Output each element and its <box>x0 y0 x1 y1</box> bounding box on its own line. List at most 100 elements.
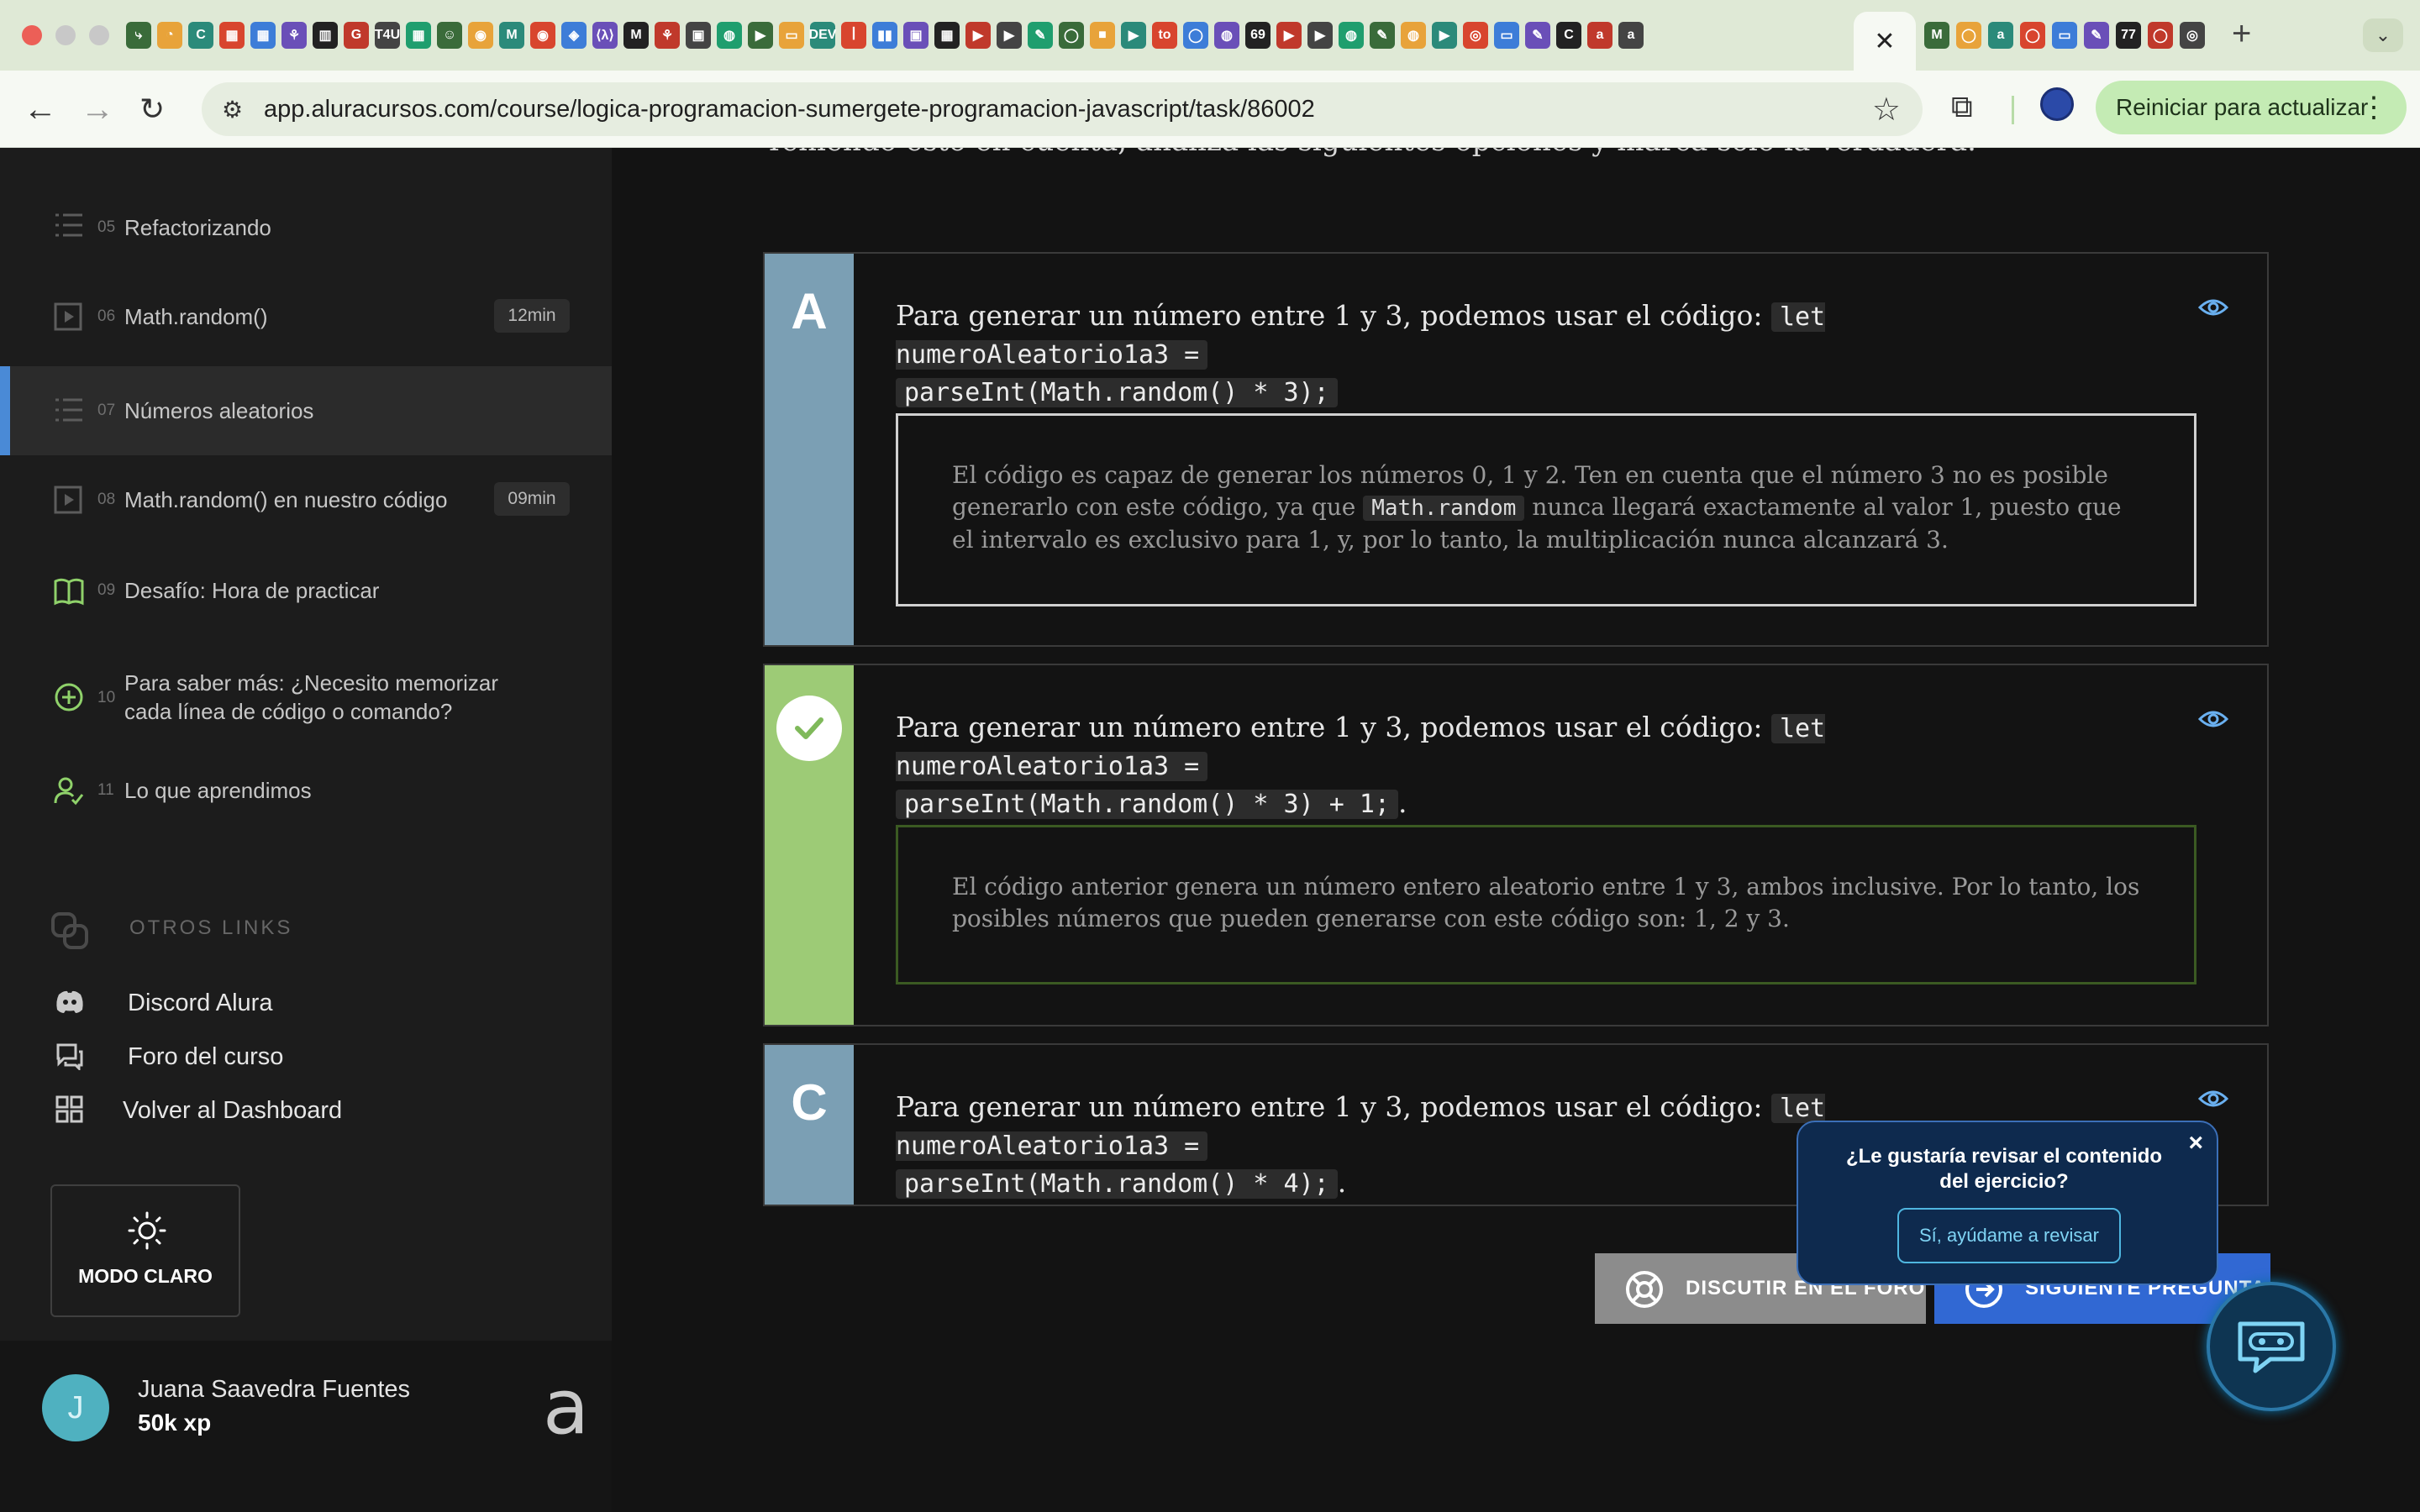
review-accept-button[interactable]: Sí, ayúdame a revisar <box>1897 1208 2121 1263</box>
tab-favicon-icon[interactable]: ◉ <box>468 22 493 49</box>
tab-favicon-icon[interactable]: ◯ <box>1183 22 1208 49</box>
tab-favicon-icon[interactable]: C <box>188 22 213 49</box>
tab-favicon-icon[interactable]: C <box>1556 22 1581 49</box>
lesson-item-active[interactable]: 07 Números aleatorios <box>0 366 612 455</box>
tab-favicon-icon[interactable]: ▶ <box>1276 22 1302 49</box>
option-side: A <box>765 254 854 645</box>
tab-favicon-icon[interactable]: ▭ <box>779 22 804 49</box>
tab-favicon-icon[interactable]: to <box>1152 22 1177 49</box>
active-tab[interactable]: ✕ <box>1854 12 1916 71</box>
tab-favicon-icon[interactable]: ◍ <box>1339 22 1364 49</box>
back-icon[interactable]: ← <box>24 89 57 129</box>
eye-icon[interactable] <box>2198 297 2228 318</box>
tab-favicon-icon[interactable]: ✎ <box>1028 22 1053 49</box>
tab-favicon-icon[interactable]: a <box>1587 22 1612 49</box>
tab-favicon-icon[interactable]: ▦ <box>250 22 276 49</box>
window-close-button[interactable] <box>22 25 42 45</box>
tab-favicon-icon[interactable]: ◍ <box>717 22 742 49</box>
eye-icon[interactable] <box>2198 1089 2228 1109</box>
tab-favicon-icon[interactable]: ▮▮ <box>872 22 897 49</box>
url-text[interactable]: app.aluracursos.com/course/logica-progra… <box>264 96 1315 123</box>
dashboard-link[interactable]: Volver al Dashboard <box>55 1095 342 1129</box>
tab-favicon-icon[interactable]: ▶ <box>965 22 991 49</box>
tab-favicon-icon[interactable]: ◉ <box>530 22 555 49</box>
forum-link[interactable]: Foro del curso <box>55 1042 283 1075</box>
tab-favicon-icon[interactable]: ◎ <box>2180 22 2205 49</box>
tab-favicon-icon[interactable]: ⤷ <box>126 22 151 49</box>
forward-icon[interactable]: → <box>81 89 114 129</box>
tab-favicon-icon[interactable]: M <box>499 22 524 49</box>
window-minimize-button[interactable] <box>55 25 76 45</box>
alura-logo[interactable]: a <box>543 1370 589 1446</box>
discord-link[interactable]: Discord Alura <box>55 988 272 1021</box>
new-tab-button[interactable]: + <box>2232 15 2251 53</box>
address-bar[interactable]: ⚙ app.aluracursos.com/course/logica-prog… <box>202 82 1923 136</box>
tab-favicon-icon[interactable]: a <box>1988 22 2013 49</box>
update-button[interactable]: Reiniciar para actualizar ⋮ <box>2096 81 2407 134</box>
tab-favicon-icon[interactable]: ▣ <box>903 22 929 49</box>
tab-favicon-icon[interactable]: ☺ <box>437 22 462 49</box>
tab-favicon-icon[interactable]: ⚘ <box>281 22 307 49</box>
tab-favicon-icon[interactable]: ▶ <box>748 22 773 49</box>
tab-favicon-icon[interactable]: a <box>1618 22 1644 49</box>
tab-favicon-icon[interactable]: ◍ <box>1214 22 1239 49</box>
tab-favicon-icon[interactable]: ▣ <box>686 22 711 49</box>
tab-favicon-icon[interactable]: ✎ <box>2084 22 2109 49</box>
tab-favicon-icon[interactable]: 69 <box>1245 22 1270 49</box>
option-a[interactable]: A Para generar un número entre 1 y 3, po… <box>763 252 2269 647</box>
tab-favicon-icon[interactable]: ▦ <box>219 22 245 49</box>
tab-favicon-icon[interactable]: ꟾ <box>841 22 866 49</box>
tab-close-icon[interactable]: ✕ <box>1874 27 1895 56</box>
lesson-item[interactable]: 05 Refactorizando <box>0 183 612 272</box>
tab-favicon-icon[interactable]: ▭ <box>2052 22 2077 49</box>
eye-icon[interactable] <box>2198 709 2228 729</box>
user-avatar[interactable]: J <box>42 1374 109 1441</box>
tab-favicon-icon[interactable]: T4U <box>375 22 400 49</box>
window-zoom-button[interactable] <box>89 25 109 45</box>
tab-favicon-icon[interactable]: ▦ <box>406 22 431 49</box>
tab-favicon-icon[interactable]: ▶ <box>997 22 1022 49</box>
tab-favicon-icon[interactable]: ▶ <box>1432 22 1457 49</box>
lesson-item[interactable]: 08 Math.random() en nuestro código 09min <box>0 455 612 544</box>
tab-favicon-icon[interactable]: ✎ <box>1525 22 1550 49</box>
tab-favicon-icon[interactable]: DEV <box>809 22 836 49</box>
tab-favicon-icon[interactable]: ▥ <box>313 22 338 49</box>
tab-favicon-icon[interactable]: ■ <box>1090 22 1115 49</box>
tab-favicon-icon[interactable]: ◎ <box>1463 22 1488 49</box>
bookmark-star-icon[interactable]: ☆ <box>1872 91 1901 129</box>
tab-favicon-icon[interactable]: ▶ <box>1307 22 1333 49</box>
lesson-item[interactable]: 11 Lo que aprendimos <box>0 746 612 835</box>
light-mode-button[interactable]: MODO CLARO <box>50 1184 240 1317</box>
tab-favicon-icon[interactable]: ▶ <box>1121 22 1146 49</box>
tab-favicon-icon[interactable]: M <box>623 22 649 49</box>
tab-favicon-icon[interactable]: ◍ <box>1401 22 1426 49</box>
tab-favicon-icon[interactable]: ◯ <box>1956 22 1981 49</box>
tab-search-button[interactable]: ⌄ <box>2363 18 2403 52</box>
profile-avatar[interactable] <box>2040 87 2074 121</box>
tab-favicon-icon[interactable]: ✎ <box>1370 22 1395 49</box>
option-text-prefix: Para generar un número entre 1 y 3, pode… <box>896 1090 1771 1123</box>
tab-favicon-icon[interactable]: ◯ <box>2148 22 2173 49</box>
reload-icon[interactable]: ↻ <box>139 89 165 129</box>
tab-favicon-icon[interactable]: ◯ <box>1059 22 1084 49</box>
close-icon[interactable]: × <box>2188 1129 2203 1158</box>
lesson-item[interactable]: 10 Para saber más: ¿Necesito memorizar c… <box>0 645 612 754</box>
browser-menu-icon[interactable]: ⋮ <box>2360 91 2388 124</box>
site-info-icon[interactable]: ⚙ <box>222 96 243 123</box>
tab-favicon-icon[interactable]: ◔ <box>157 22 182 49</box>
lesson-item[interactable]: 09 Desafío: Hora de practicar <box>0 546 612 635</box>
tab-favicon-icon[interactable]: G <box>344 22 369 49</box>
tab-favicon-icon[interactable]: ▭ <box>1494 22 1519 49</box>
video-icon <box>54 302 82 331</box>
tab-favicon-icon[interactable]: ◯ <box>2020 22 2045 49</box>
tab-favicon-icon[interactable]: M <box>1924 22 1949 49</box>
tab-favicon-icon[interactable]: ◈ <box>561 22 587 49</box>
assistant-chat-button[interactable] <box>2207 1282 2336 1411</box>
tab-favicon-icon[interactable]: ⚘ <box>655 22 680 49</box>
extensions-icon[interactable]: ⧉ <box>1951 89 1973 125</box>
tab-favicon-icon[interactable]: ⟨λ⟩ <box>592 22 618 49</box>
tab-favicon-icon[interactable]: ▦ <box>934 22 960 49</box>
option-b-correct[interactable]: Para generar un número entre 1 y 3, pode… <box>763 664 2269 1026</box>
tab-favicon-icon[interactable]: 77 <box>2116 22 2141 49</box>
lesson-item[interactable]: 06 Math.random() 12min <box>0 272 612 361</box>
